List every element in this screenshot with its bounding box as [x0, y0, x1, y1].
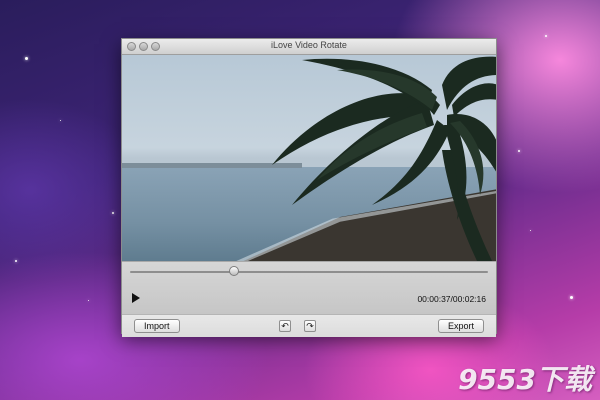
star: [570, 296, 573, 299]
video-preview: [122, 55, 496, 261]
app-window: iLove Video Rotate 00:00:37/00:02:16 Imp…: [121, 38, 497, 337]
title-bar[interactable]: iLove Video Rotate: [122, 39, 496, 55]
playback-controls: 00:00:37/00:02:16: [122, 261, 496, 314]
window-title: iLove Video Rotate: [271, 40, 347, 50]
import-button[interactable]: Import: [134, 319, 180, 333]
rotate-left-icon[interactable]: ↶: [279, 320, 291, 332]
palm-tree-image: [272, 56, 496, 261]
bottom-toolbar: Import ↶ ↷ Export: [122, 314, 496, 337]
time-display: 00:00:37/00:02:16: [417, 294, 486, 304]
seek-track[interactable]: [130, 271, 488, 273]
star: [112, 212, 114, 214]
star: [545, 35, 547, 37]
current-time: 00:00:37: [417, 294, 451, 304]
site-watermark: 9553下载: [458, 363, 592, 396]
export-button[interactable]: Export: [437, 319, 484, 333]
total-time: 00:02:16: [452, 294, 486, 304]
rotate-right-icon[interactable]: ↷: [304, 320, 316, 332]
desktop-background: iLove Video Rotate 00:00:37/00:02:16 Imp…: [0, 0, 600, 400]
star: [530, 230, 531, 231]
star: [25, 57, 28, 60]
star: [15, 260, 17, 262]
star: [60, 120, 61, 121]
seek-slider-thumb[interactable]: [228, 266, 239, 276]
play-icon[interactable]: [132, 293, 140, 303]
star: [88, 300, 89, 301]
star: [518, 150, 520, 152]
